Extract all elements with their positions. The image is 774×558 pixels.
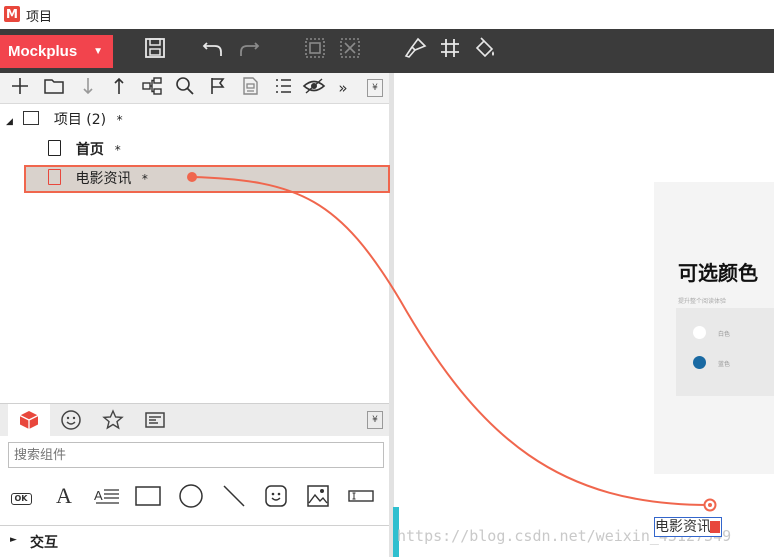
link-marker-icon [710,521,720,533]
link-connector [187,172,717,512]
link-start-dot[interactable] [187,172,197,182]
